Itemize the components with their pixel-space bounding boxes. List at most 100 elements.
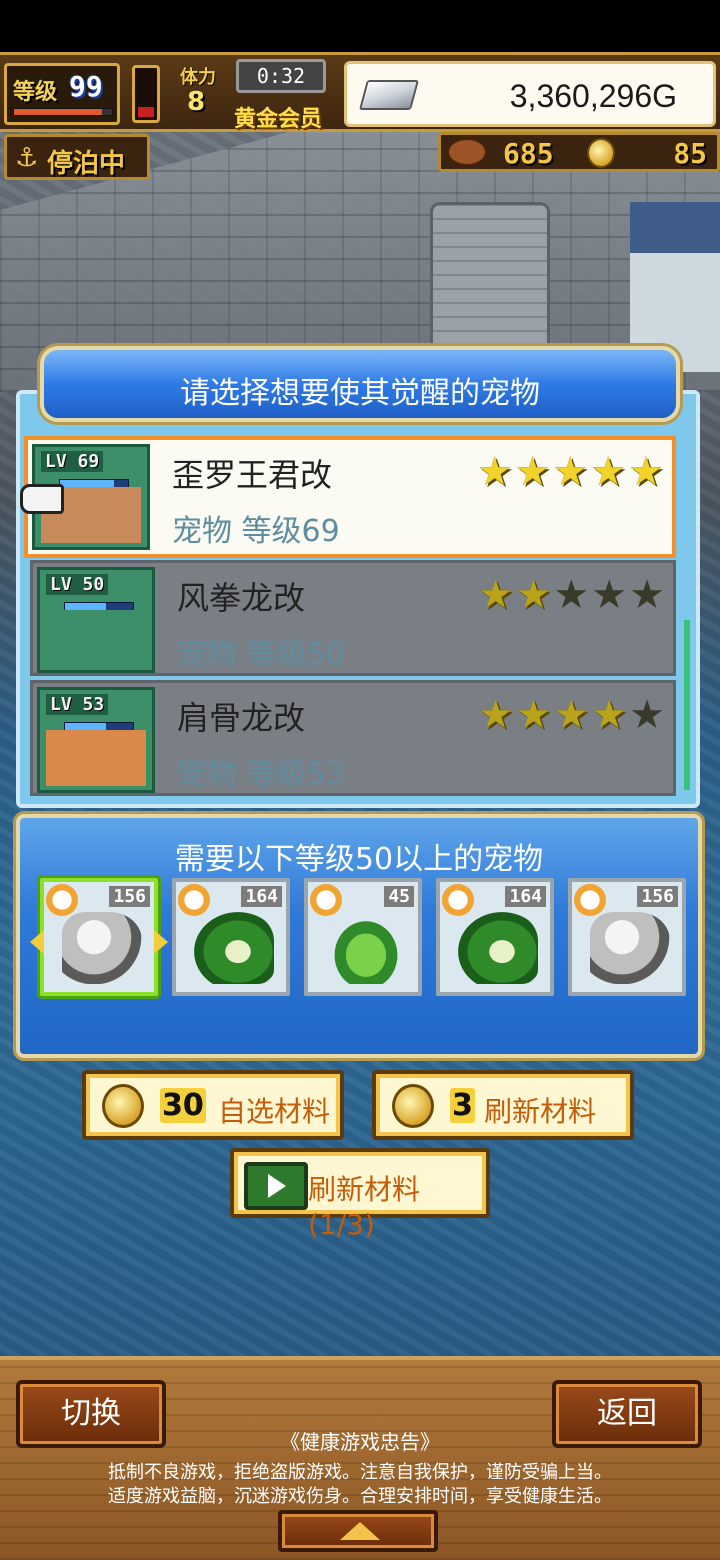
- star-icon: ★: [629, 572, 665, 618]
- material-card[interactable]: 156: [30, 878, 168, 996]
- pet-list-scrollbar[interactable]: [684, 620, 690, 790]
- meat-value: 685: [503, 137, 554, 170]
- pet-portrait: LV 50: [37, 567, 155, 673]
- pet-portrait: LV 53: [37, 687, 155, 793]
- croc-sprite: [326, 912, 406, 984]
- play-triangle-icon: [268, 1174, 286, 1198]
- material-badge-icon: [574, 884, 606, 916]
- bottom-bar: 切换 返回 《健康游戏忠告》 抵制不良游戏，拒绝盗版游戏。注意自我保护，谨防受骗…: [0, 1356, 720, 1560]
- stamina-value: 8: [186, 87, 206, 117]
- pet-level-text: 宠物 等级69: [172, 514, 340, 549]
- pet-row[interactable]: LV 53 肩骨龙改 宠物 等级53 ★ ★ ★ ★ ★: [30, 680, 676, 796]
- pet-star-rating: ★ ★ ★ ★ ★: [477, 452, 664, 492]
- material-badge-icon: [46, 884, 78, 916]
- docking-status-label: 停泊中: [47, 149, 126, 179]
- pet-level-badge: LV 50: [46, 574, 109, 595]
- pet-level-badge: LV 69: [41, 451, 104, 472]
- level-progress-fill: [14, 109, 103, 115]
- pet-sprite: [46, 610, 146, 666]
- up-arrow-icon: [340, 1522, 380, 1540]
- pet-select-title: 请选择想要使其觉醒的宠物: [180, 376, 540, 411]
- requirement-title: 需要以下等级50以上的宠物: [174, 842, 544, 877]
- material-card[interactable]: 164: [436, 878, 554, 996]
- player-level-box: 等级 99: [4, 63, 120, 125]
- refresh-material-button[interactable]: 3 刷新材料: [372, 1070, 634, 1140]
- material-level: 164: [505, 886, 546, 907]
- star-icon: ★: [628, 449, 664, 495]
- material-level: 45: [384, 886, 414, 907]
- material-card[interactable]: 45: [304, 878, 422, 996]
- star-icon: ★: [515, 692, 552, 738]
- pet-level-badge: LV 53: [46, 694, 109, 715]
- material-badge-icon: [310, 884, 342, 916]
- star-icon: ★: [629, 692, 665, 738]
- material-level: 156: [109, 886, 150, 907]
- refresh-material-cost: 3: [450, 1088, 475, 1123]
- pet-name: 肩骨龙改: [177, 699, 306, 737]
- star-icon: ★: [477, 692, 514, 738]
- arrow-left-icon[interactable]: [30, 930, 44, 954]
- energy-vial-fill: [138, 106, 154, 117]
- level-value: 99: [69, 70, 103, 103]
- material-level: 164: [241, 886, 282, 907]
- select-material-cost: 30: [160, 1088, 206, 1123]
- select-material-button[interactable]: 30 自选材料: [82, 1070, 344, 1140]
- anchor-icon: ⚓: [15, 143, 39, 173]
- star-icon: ★: [591, 692, 628, 738]
- resource-counter: 685 85: [438, 132, 720, 172]
- gold-bar-icon: [358, 80, 420, 110]
- vip-label[interactable]: 黄金会员: [234, 101, 334, 133]
- requirement-panel: 需要以下等级50以上的宠物 156 164 45 164 156: [16, 814, 702, 1058]
- dragon-sprite: [458, 912, 538, 984]
- pet-name: 风拳龙改: [177, 579, 306, 617]
- expand-menu-button[interactable]: [278, 1510, 438, 1552]
- material-card[interactable]: 156: [568, 878, 686, 996]
- pet-level-text: 宠物 等级50: [177, 637, 345, 672]
- pet-star-rating: ★ ★ ★ ★ ★: [478, 695, 665, 735]
- star-icon: ★: [552, 449, 589, 495]
- material-badge-icon: [178, 884, 210, 916]
- pointing-hand-icon: [20, 484, 64, 514]
- pet-name: 歪罗王君改: [172, 456, 333, 494]
- material-level: 156: [637, 886, 678, 907]
- star-icon: ★: [591, 572, 628, 618]
- stamina-label: 体力: [180, 67, 216, 88]
- pet-row[interactable]: LV 50 风拳龙改 宠物 等级50 ★ ★ ★ ★ ★: [30, 560, 676, 676]
- level-progress-bar: [13, 108, 113, 116]
- coin-icon: [102, 1084, 144, 1128]
- star-icon: ★: [553, 572, 590, 618]
- star-icon: ★: [553, 692, 590, 738]
- pet-star-rating: ★ ★ ★ ★ ★: [478, 575, 665, 615]
- ad-refresh-label: 刷新材料(1/3): [308, 1173, 421, 1241]
- star-icon: ★: [515, 572, 552, 618]
- health-notice-line-1: 抵制不良游戏，拒绝盗版游戏。注意自我保护，谨防受骗上当。: [108, 1462, 612, 1483]
- gold-counter[interactable]: 3,360,296G: [344, 61, 716, 127]
- pet-sprite: [46, 730, 146, 786]
- knight-sprite: [62, 912, 142, 984]
- coin-icon: [392, 1084, 434, 1128]
- select-material-label: 自选材料: [218, 1095, 331, 1128]
- pet-row[interactable]: LV 69 歪罗王君改 宠物 等级69 ★ ★ ★ ★ ★: [24, 436, 676, 558]
- health-notice-line-2: 适度游戏益脑，沉迷游戏伤身。合理安排时间，享受健康生活。: [108, 1486, 612, 1507]
- star-icon: ★: [514, 449, 551, 495]
- medal-coin-value: 85: [673, 137, 707, 170]
- docking-status-badge[interactable]: ⚓ 停泊中: [4, 134, 150, 180]
- dragon-sprite: [194, 912, 274, 984]
- video-play-icon: [244, 1162, 308, 1210]
- medal-coin-icon: [587, 138, 615, 168]
- meat-icon: [447, 138, 487, 166]
- material-card[interactable]: 164: [172, 878, 290, 996]
- pet-level-text: 宠物 等级53: [177, 757, 345, 792]
- health-notice-title: 《健康游戏忠告》: [280, 1430, 440, 1454]
- gold-value: 3,360,296G: [509, 78, 677, 114]
- energy-vial: [132, 65, 160, 123]
- refresh-material-label: 刷新材料: [484, 1095, 597, 1128]
- star-icon: ★: [476, 449, 513, 495]
- star-icon: ★: [477, 572, 514, 618]
- top-hud: 等级 99 体力 8 0:32 黄金会员 3,360,296G: [0, 52, 720, 132]
- arrow-right-icon[interactable]: [154, 930, 168, 954]
- star-icon: ★: [590, 449, 627, 495]
- material-badge-icon: [442, 884, 474, 916]
- watch-ad-refresh-button[interactable]: 刷新材料(1/3): [230, 1148, 490, 1241]
- knight-sprite: [590, 912, 670, 984]
